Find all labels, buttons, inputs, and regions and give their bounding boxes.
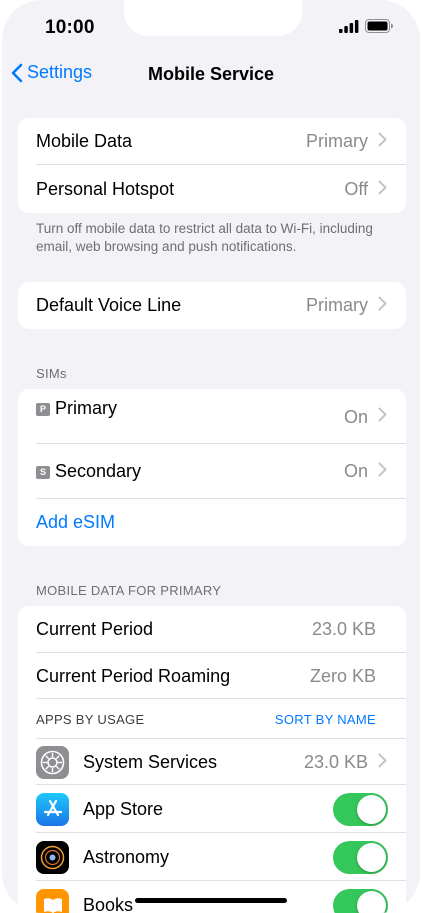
status-icons <box>339 19 394 33</box>
sort-by-name-button[interactable]: SORT BY NAME <box>275 712 376 727</box>
current-period-roaming-value: Zero KB <box>309 665 376 686</box>
mobile-data-footnote: Turn off mobile data to restrict all dat… <box>36 221 373 254</box>
books-icon <box>36 888 69 913</box>
sim-secondary-name: Secondary <box>55 461 142 481</box>
sim-badge-secondary: S <box>36 466 50 479</box>
app-store-label: App Store <box>83 798 164 819</box>
mobile-data-value: Primary <box>306 131 368 151</box>
sim-primary-name: Primary <box>55 398 117 418</box>
sims-group: P Primary On S Secondary On Add eSIM <box>18 389 406 546</box>
current-period-roaming-row: Current Period Roaming Zero KB <box>18 653 406 699</box>
default-voice-line-label: Default Voice Line <box>36 295 182 315</box>
astronomy-toggle[interactable] <box>333 840 388 874</box>
apps-by-usage-header-row: APPS BY USAGE SORT BY NAME <box>18 699 406 739</box>
signal-icon <box>339 19 359 33</box>
app-row-system-services[interactable]: System Services 23.0 KB <box>18 739 406 785</box>
mobile-data-label: Mobile Data <box>36 131 133 151</box>
default-voice-line-value: Primary <box>306 295 368 315</box>
nav-bar: Settings Mobile Service <box>2 60 420 92</box>
page-title: Mobile Service <box>2 64 420 85</box>
sim-row-primary[interactable]: P Primary On <box>18 389 406 444</box>
notch <box>124 0 302 36</box>
personal-hotspot-row[interactable]: Personal Hotspot Off <box>18 165 406 213</box>
astronomy-label: Astronomy <box>83 846 170 867</box>
mobile-data-group: Mobile Data Primary Personal Hotspot Off <box>18 118 406 213</box>
chevron-right-icon <box>378 406 388 427</box>
sim-badge-primary: P <box>36 403 50 416</box>
current-period-value: 23.0 KB <box>311 619 376 639</box>
page-title-text: Mobile Service <box>147 64 275 84</box>
app-store-toggle[interactable] <box>333 792 388 826</box>
default-voice-line-group: Default Voice Line Primary <box>18 282 406 329</box>
sim-primary-label: P Primary <box>36 389 344 419</box>
sim-primary-value: On <box>343 407 368 427</box>
current-period-row: Current Period 23.0 KB <box>18 606 406 653</box>
sim-secondary-label: S Secondary <box>36 461 344 482</box>
personal-hotspot-label: Personal Hotspot <box>36 178 175 199</box>
app-row-astronomy: Astronomy <box>18 833 406 881</box>
default-voice-line-row[interactable]: Default Voice Line Primary <box>18 282 406 329</box>
chevron-right-icon <box>378 179 388 200</box>
home-indicator[interactable] <box>135 898 287 903</box>
app-store-icon <box>36 792 69 826</box>
system-services-value: 23.0 KB <box>303 751 368 772</box>
sim-row-secondary[interactable]: S Secondary On <box>18 444 406 499</box>
mobile-data-for-primary-header: MOBILE DATA FOR PRIMARY <box>36 583 222 598</box>
astronomy-icon <box>36 840 69 874</box>
app-row-app-store: App Store <box>18 785 406 833</box>
chevron-right-icon <box>378 131 388 152</box>
chevron-right-icon <box>378 461 388 482</box>
app-row-books: Books <box>18 881 406 913</box>
usage-group: Current Period 23.0 KB Current Period Ro… <box>18 606 406 913</box>
current-period-roaming-label: Current Period Roaming <box>36 665 231 686</box>
books-toggle[interactable] <box>333 888 388 913</box>
phone-screen: 10:00 Settings Mobile Service Mobile Dat… <box>2 0 420 913</box>
apps-by-usage-header: APPS BY USAGE <box>36 711 145 727</box>
mobile-data-row[interactable]: Mobile Data Primary <box>18 118 406 165</box>
sim-secondary-value: On <box>343 461 368 481</box>
add-esim-button[interactable]: Add eSIM <box>18 499 406 546</box>
chevron-right-icon <box>378 295 388 316</box>
sims-header: SIMs <box>36 366 67 381</box>
chevron-right-icon <box>378 752 388 773</box>
gear-icon <box>36 745 69 779</box>
battery-icon <box>365 19 393 33</box>
current-period-label: Current Period <box>36 619 154 639</box>
system-services-label: System Services <box>83 751 218 772</box>
status-time: 10:00 <box>45 17 95 38</box>
add-esim-label: Add eSIM <box>36 512 116 532</box>
personal-hotspot-value: Off <box>344 178 368 199</box>
